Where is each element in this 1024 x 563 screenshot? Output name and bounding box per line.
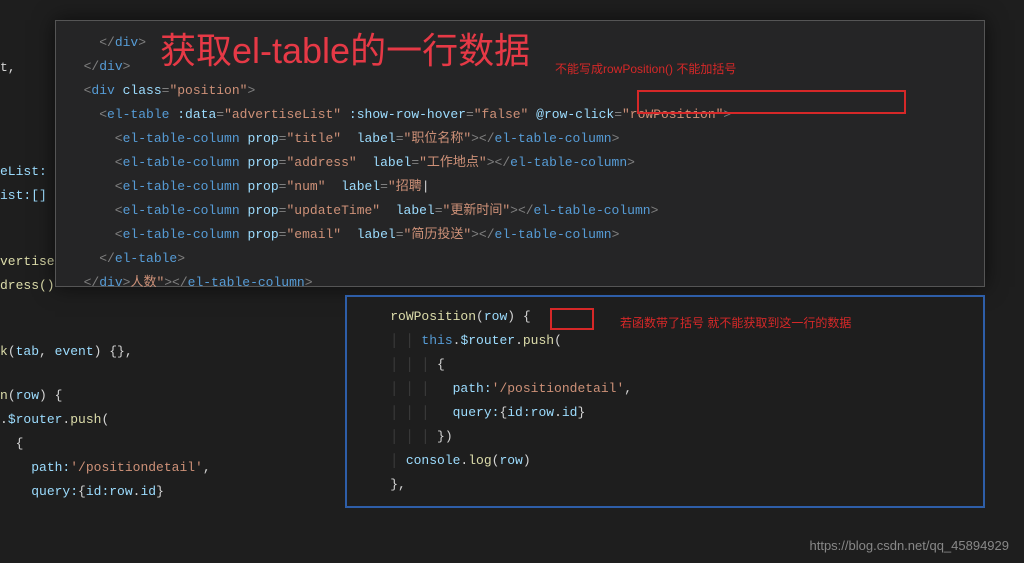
code-line: <el-table-column prop="address" label="工… bbox=[68, 151, 972, 175]
annotation-note-2: 若函数带了括号 就不能获取到这一行的数据 bbox=[620, 314, 851, 331]
code-line: │ console.log(row) bbox=[359, 449, 971, 473]
left-line: .$router.push( bbox=[0, 412, 109, 427]
code-line: }, bbox=[359, 473, 971, 497]
left-line: { bbox=[0, 436, 23, 451]
code-line: │ │ │ { bbox=[359, 353, 971, 377]
left-line: n(row) { bbox=[0, 388, 62, 403]
code-line: <el-table-column prop="title" label="职位名… bbox=[68, 127, 972, 151]
code-line: │ │ │ }) bbox=[359, 425, 971, 449]
annotation-note-1: 不能写成rowPosition() 不能加括号 bbox=[555, 60, 736, 77]
code-line: │ │ this.$router.push( bbox=[359, 329, 971, 353]
left-line: dress() bbox=[0, 278, 55, 293]
left-line: query:{id:row.id} bbox=[0, 484, 164, 499]
code-line: │ │ │ path:'/positiondetail', bbox=[359, 377, 971, 401]
code-line: │ │ │ query:{id:row.id} bbox=[359, 401, 971, 425]
code-line: <el-table-column prop="updateTime" label… bbox=[68, 199, 972, 223]
left-line: k(tab, event) {}, bbox=[0, 344, 133, 359]
left-line: eList: bbox=[0, 164, 47, 179]
left-line: ist:[] bbox=[0, 188, 47, 203]
highlight-box-1 bbox=[637, 90, 906, 114]
highlight-box-2 bbox=[550, 308, 594, 330]
left-line: path:'/positiondetail', bbox=[0, 460, 211, 475]
watermark: https://blog.csdn.net/qq_45894929 bbox=[810, 538, 1010, 553]
left-line: t, bbox=[0, 60, 16, 75]
code-line-editing[interactable]: <el-table-column prop="num" label="招聘| bbox=[68, 175, 972, 199]
code-line: </div>人数"></el-table-column> bbox=[68, 271, 972, 295]
code-line: </el-table> bbox=[68, 247, 972, 271]
code-line: <el-table-column prop="email" label="简历投… bbox=[68, 223, 972, 247]
annotation-title: 获取el-table的一行数据 bbox=[160, 22, 530, 74]
